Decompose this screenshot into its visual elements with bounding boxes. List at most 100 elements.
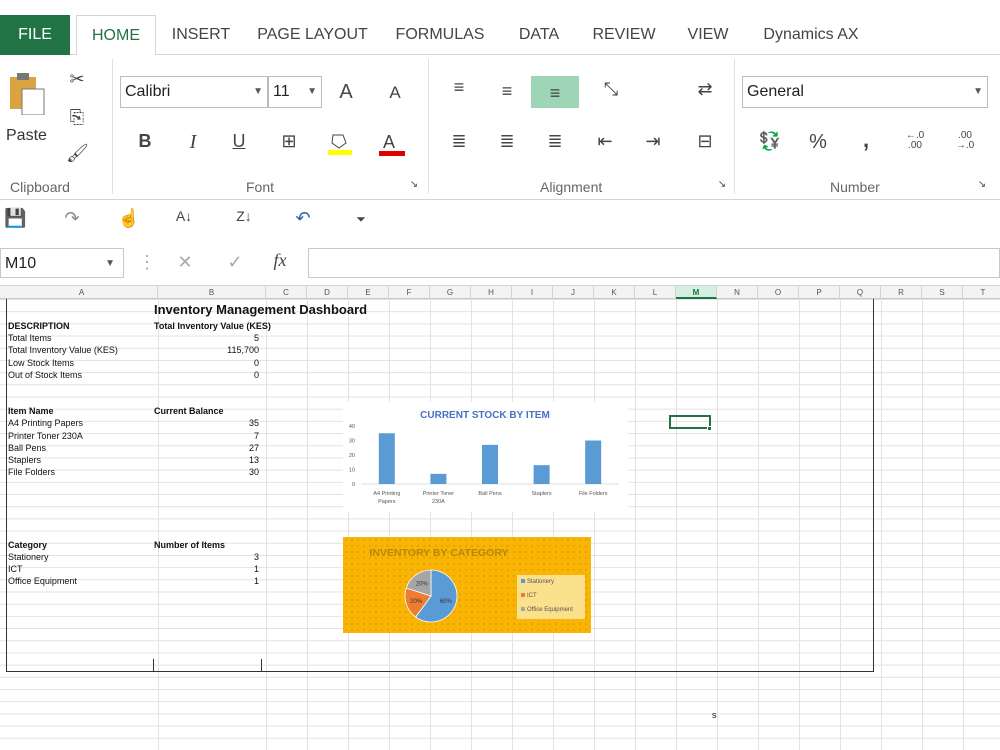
dialog-launcher-icon[interactable]: ↘ (408, 179, 420, 190)
column-header-p[interactable]: P (799, 286, 840, 299)
column-header-s[interactable]: S (922, 286, 963, 299)
quick-access-toolbar: 💾 ↷ ☝ A↓ Z↓ ↶ ⏷ (0, 200, 1000, 240)
item-name: A4 Printing Papers (8, 418, 84, 428)
format-painter-icon[interactable]: 🖌 (66, 143, 89, 164)
name-box[interactable]: M10 ▼ (0, 248, 124, 278)
column-header-f[interactable]: F (389, 286, 430, 299)
chart-title: INVENTORY BY CATEGORY (369, 547, 508, 559)
bold-button[interactable]: B (134, 131, 156, 152)
tab-insert[interactable]: INSERT (165, 15, 237, 55)
percent-button[interactable]: % (806, 131, 830, 154)
font-color-a-icon: A (379, 132, 405, 156)
cut-icon[interactable]: ✂ (66, 69, 88, 90)
column-header-k[interactable]: K (594, 286, 635, 299)
column-header-d[interactable]: D (307, 286, 348, 299)
cancel-icon[interactable]: ✕ (174, 252, 196, 273)
undo-icon[interactable]: ↶ (292, 208, 314, 229)
chevron-down-icon: ▼ (253, 86, 263, 97)
customize-qat-icon[interactable]: ⏷ (354, 212, 368, 227)
formula-input[interactable] (308, 248, 1000, 278)
column-header-i[interactable]: I (512, 286, 553, 299)
tab-review[interactable]: REVIEW (588, 15, 660, 55)
border-line (153, 659, 154, 672)
tab-home[interactable]: HOME (76, 15, 156, 56)
pie-data-label: 20% (416, 581, 429, 587)
column-header-b[interactable]: B (158, 286, 266, 299)
summary-header-value: Total Inventory Value (KES) (154, 321, 271, 331)
chart-current-stock[interactable]: CURRENT STOCK BY ITEM 0 10 20 30 40 A4 Printin… (343, 402, 628, 512)
group-label-alignment: Alignment (540, 179, 603, 195)
accounting-format-icon[interactable]: 💱 (752, 131, 788, 152)
dialog-launcher-icon[interactable]: ↘ (976, 179, 988, 190)
tab-data[interactable]: DATA (510, 15, 568, 55)
align-right-icon[interactable]: ≣ (544, 131, 566, 152)
italic-button[interactable]: I (182, 131, 204, 154)
column-header-h[interactable]: H (471, 286, 512, 299)
copy-icon[interactable]: ⎘ (66, 107, 88, 128)
legend-label: Office Equipment (527, 607, 573, 613)
orientation-icon[interactable]: ⤡ (596, 79, 626, 100)
insert-function-button[interactable]: fx (268, 250, 292, 271)
merge-center-icon[interactable]: ⊟ (688, 131, 722, 152)
wrap-text-icon[interactable]: ⇄ (694, 79, 716, 100)
tab-dynamics-ax[interactable]: Dynamics AX (755, 15, 867, 55)
selected-cell[interactable] (669, 415, 711, 429)
save-icon[interactable]: 💾 (4, 208, 26, 229)
column-header-c[interactable]: C (266, 286, 307, 299)
group-label-font: Font (246, 179, 275, 195)
align-center-icon[interactable]: ≣ (496, 131, 518, 152)
decrease-font-icon[interactable]: A (383, 83, 407, 103)
align-middle-icon[interactable]: ≡ (496, 81, 518, 102)
increase-decimal-button[interactable]: ←.0 .00 (900, 131, 930, 151)
column-header-g[interactable]: G (430, 286, 471, 299)
enter-icon[interactable]: ✓ (224, 252, 246, 273)
tab-file[interactable]: FILE (0, 15, 70, 55)
column-header-n[interactable]: N (717, 286, 758, 299)
legend-swatch (521, 593, 525, 597)
increase-font-icon[interactable]: A (334, 81, 358, 104)
decrease-indent-icon[interactable]: ⇤ (594, 131, 616, 152)
category-count: 1 (253, 564, 259, 574)
fill-handle[interactable] (707, 426, 712, 431)
column-header-q[interactable]: Q (840, 286, 881, 299)
align-top-icon[interactable]: ≡ (448, 77, 470, 98)
tab-view[interactable]: VIEW (680, 15, 736, 55)
font-size-combo[interactable]: 11 ▼ (268, 76, 322, 108)
column-header-e[interactable]: E (348, 286, 389, 299)
column-header-r[interactable]: R (881, 286, 922, 299)
column-header-o[interactable]: O (758, 286, 799, 299)
column-header-a[interactable]: A (6, 286, 158, 299)
chart-legend: Stationery ICT Office Equipment (517, 575, 585, 619)
sort-descending-icon[interactable]: Z↓ (234, 208, 254, 224)
column-header-l[interactable]: L (635, 286, 676, 299)
borders-icon[interactable]: ⊞ (278, 131, 300, 152)
svg-text:A: A (383, 132, 395, 152)
comma-button[interactable]: , (856, 127, 876, 153)
sort-ascending-icon[interactable]: A↓ (174, 208, 194, 224)
column-header-t[interactable]: T (963, 286, 1000, 299)
redo-icon[interactable]: ↷ (62, 208, 82, 229)
column-header-m[interactable]: M (676, 286, 717, 299)
tab-page-layout[interactable]: PAGE LAYOUT (255, 15, 370, 55)
paste-button[interactable] (6, 69, 46, 116)
group-label-number: Number (830, 179, 880, 195)
underline-button[interactable]: U (228, 131, 250, 152)
dashboard-title: Inventory Management Dashboard (154, 302, 368, 317)
font-color-icon[interactable]: A (379, 131, 405, 163)
touch-mode-icon[interactable]: ☝ (114, 208, 144, 229)
category-header-count: Number of Items (154, 540, 226, 550)
decrease-decimal-button[interactable]: .00 →.0 (950, 131, 980, 151)
tab-formulas[interactable]: FORMULAS (390, 15, 490, 55)
fill-color-icon[interactable] (328, 131, 352, 160)
increase-indent-icon[interactable]: ⇥ (642, 131, 664, 152)
column-header-j[interactable]: J (553, 286, 594, 299)
number-format-combo[interactable]: General ▼ (742, 76, 988, 108)
formula-bar: M10 ▼ ⋮ ✕ ✓ fx (0, 240, 1000, 286)
font-name-combo[interactable]: Calibri ▼ (120, 76, 268, 108)
align-bottom-icon[interactable]: ≡ (531, 76, 579, 108)
dialog-launcher-icon[interactable]: ↘ (716, 179, 728, 190)
align-left-icon[interactable]: ≣ (448, 131, 470, 152)
x-tick-label: Staplers (532, 491, 552, 497)
item-balance: 35 (248, 418, 259, 428)
chart-inventory-by-category[interactable]: INVENTORY BY CATEGORY 60% 20% 20% Stationery… (343, 537, 591, 633)
